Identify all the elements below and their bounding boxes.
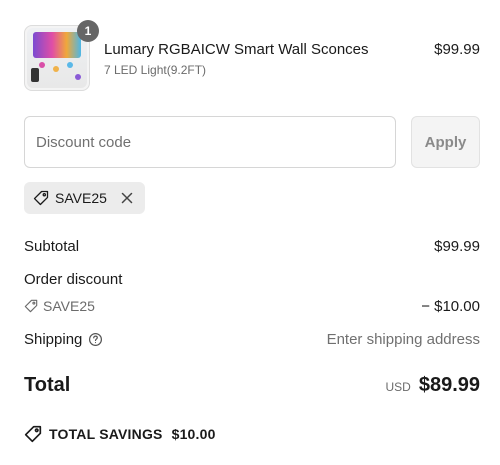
applied-discount-code: SAVE25 — [55, 190, 107, 206]
product-variant: 7 LED Light(9.2FT) — [104, 63, 207, 77]
order-discount-row: Order discount — [24, 271, 480, 288]
shipping-row: Shipping Enter shipping address — [24, 331, 480, 348]
total-savings-row: TOTAL SAVINGS $10.00 — [24, 425, 480, 443]
applied-discount-chip: SAVE25 — [24, 182, 145, 214]
tag-icon — [24, 425, 42, 443]
apply-discount-button[interactable]: Apply — [411, 116, 480, 168]
product-thumbnail: 1 — [24, 20, 99, 91]
quantity-badge: 1 — [77, 20, 99, 42]
product-image-controller — [31, 68, 39, 82]
shipping-value: Enter shipping address — [326, 331, 480, 348]
product-price: $99.99 — [434, 41, 480, 58]
subtotal-label: Subtotal — [24, 238, 80, 255]
product-name: Lumary RGBAICW Smart Wall Sconces — [104, 41, 369, 58]
product-line-item: 1 Lumary RGBAICW Smart Wall Sconces 7 LE… — [24, 20, 480, 91]
discount-line-row: SAVE25 − $10.00 — [24, 298, 480, 315]
discount-value: − $10.00 — [421, 298, 480, 315]
tag-icon — [33, 190, 49, 206]
product-image-dot — [39, 62, 45, 68]
discount-code-input[interactable] — [24, 116, 396, 168]
total-label: Total — [24, 374, 71, 396]
product-image-lights — [33, 32, 81, 58]
help-circle-icon[interactable] — [88, 332, 103, 347]
order-discount-label: Order discount — [24, 271, 123, 288]
subtotal-value: $99.99 — [434, 238, 480, 255]
product-image-dot — [75, 74, 81, 80]
currency-code: USD — [385, 380, 411, 394]
shipping-label: Shipping — [24, 331, 83, 348]
total-savings-label: TOTAL SAVINGS — [49, 426, 163, 442]
total-amount-group: USD $89.99 — [385, 374, 480, 397]
tag-icon — [24, 299, 38, 313]
discount-code-label: SAVE25 — [43, 298, 95, 314]
close-icon[interactable] — [119, 190, 135, 206]
total-value: $89.99 — [418, 374, 480, 396]
product-image-dot — [67, 62, 73, 68]
product-image-dot — [53, 66, 59, 72]
total-savings-value: $10.00 — [171, 426, 216, 442]
total-row: Total USD $89.99 — [24, 374, 480, 402]
subtotal-row: Subtotal $99.99 — [24, 238, 480, 255]
